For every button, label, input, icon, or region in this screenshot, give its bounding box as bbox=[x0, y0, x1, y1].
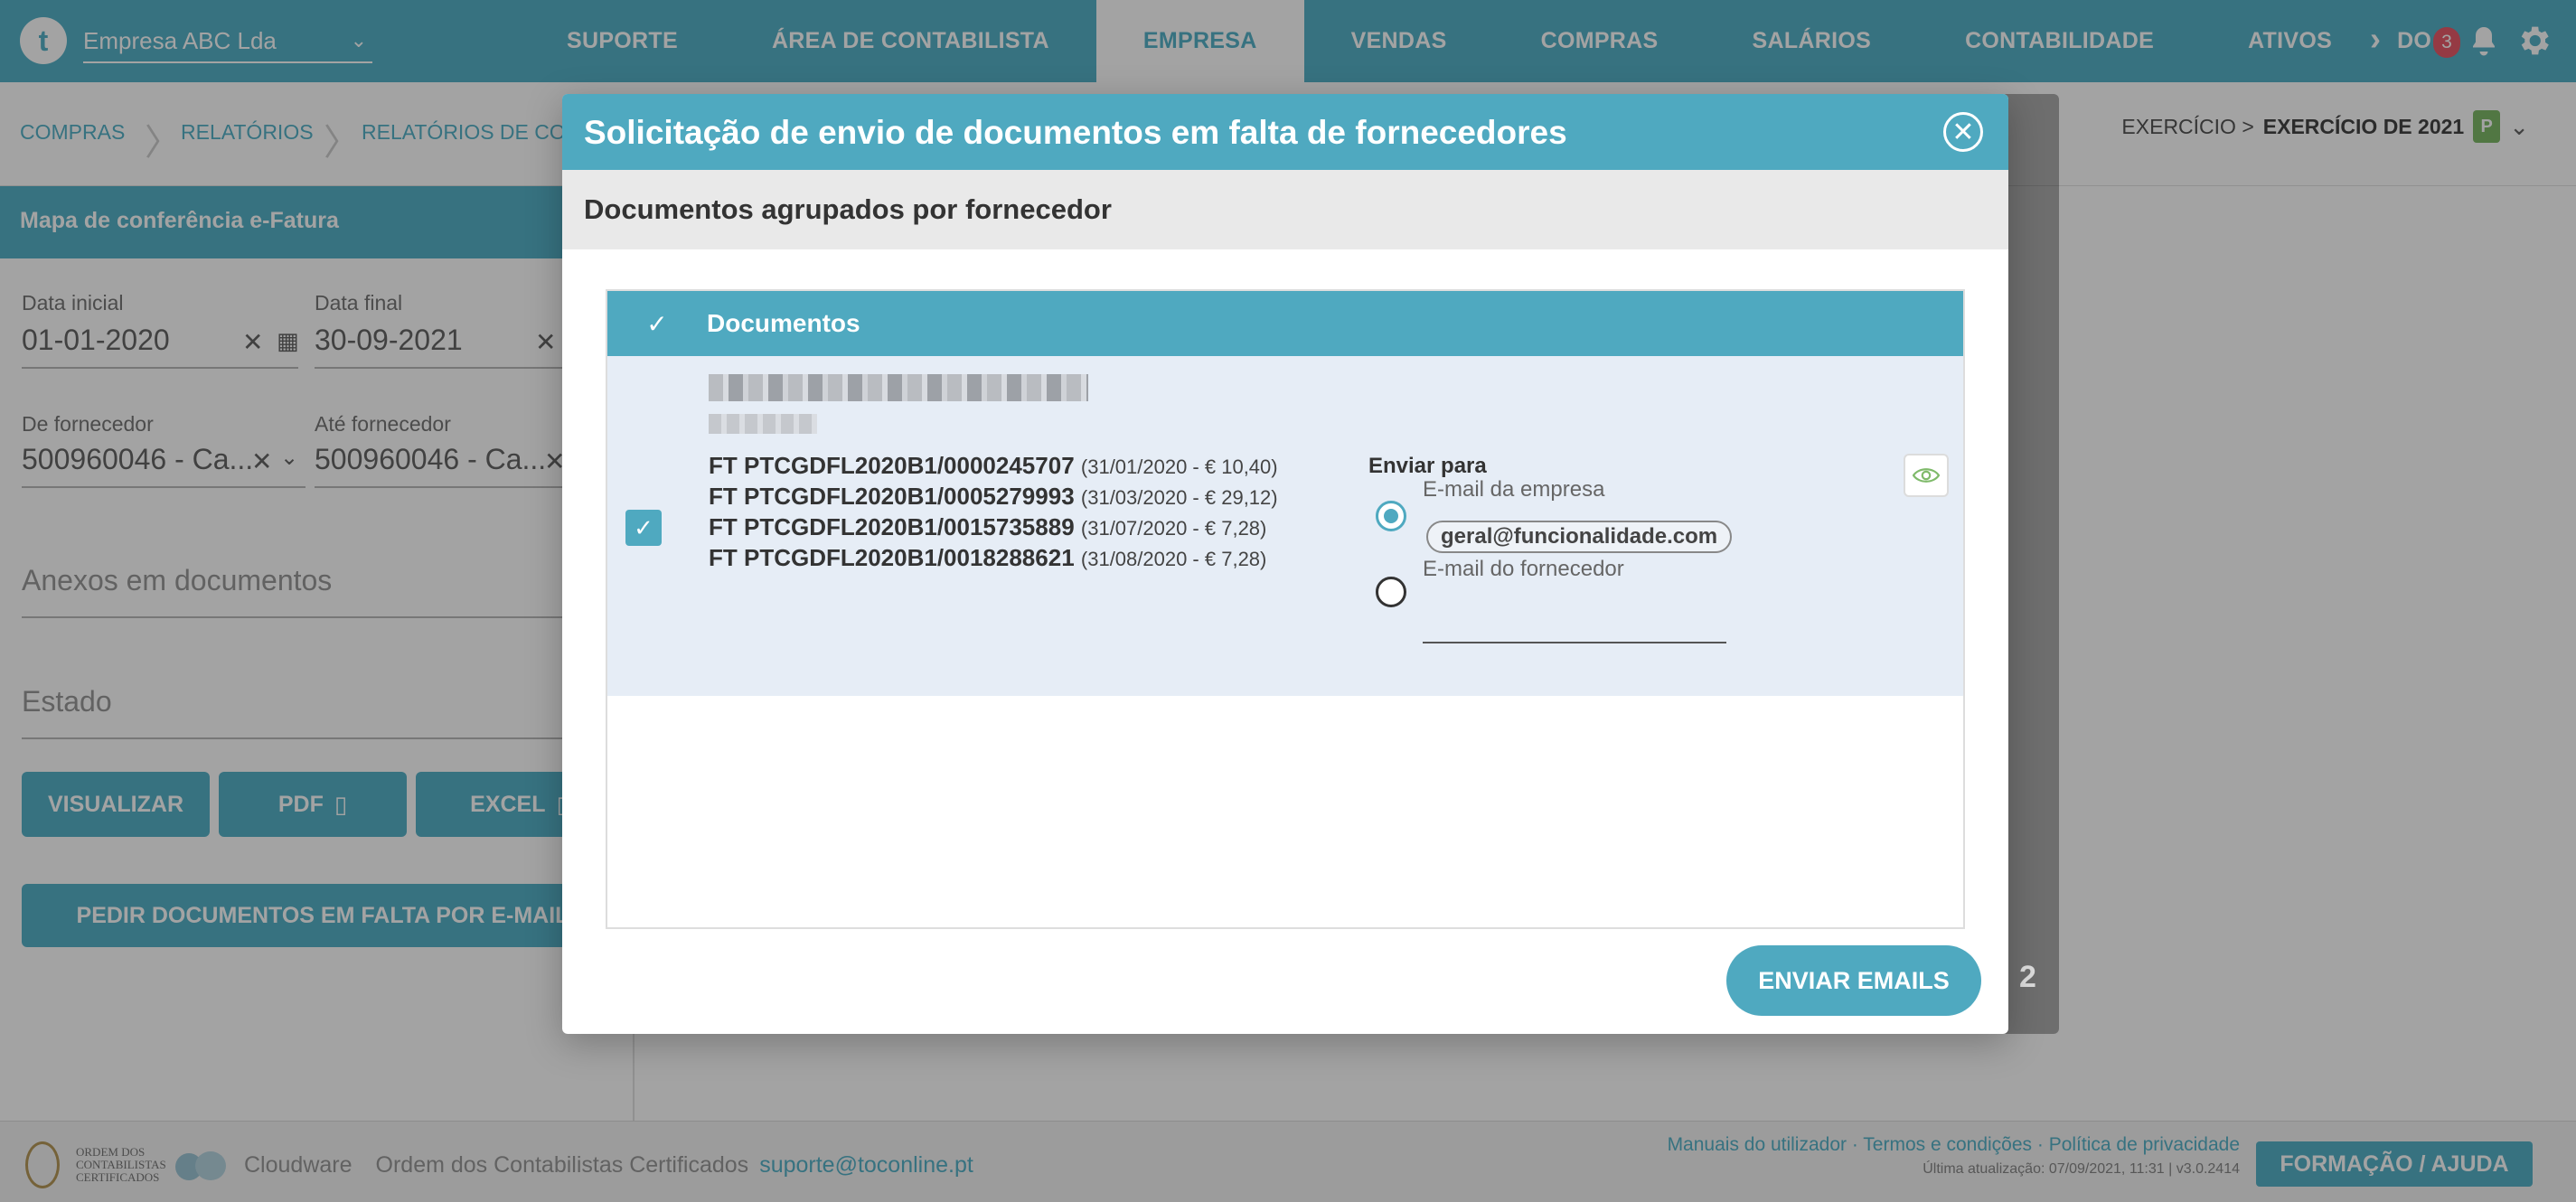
documents-header-label: Documentos bbox=[707, 309, 860, 337]
documents-table-header: ✓ Documentos bbox=[607, 291, 1963, 356]
redacted-supplier-nif bbox=[709, 414, 817, 434]
modal-subtitle: Documentos agrupados por fornecedor bbox=[562, 170, 2008, 249]
redacted-supplier-name bbox=[709, 374, 1088, 401]
supplier-row-checkbox[interactable]: ✓ bbox=[625, 510, 662, 546]
supplier-email-radio[interactable] bbox=[1376, 577, 1406, 607]
close-icon[interactable]: ✕ bbox=[1943, 112, 1983, 152]
send-emails-button[interactable]: ENVIAR EMAILS bbox=[1726, 945, 1981, 1016]
background-dialog-number: 2 bbox=[2019, 960, 2036, 994]
company-email-chip: geral@funcionalidade.com bbox=[1426, 521, 1733, 553]
company-email-radio[interactable] bbox=[1376, 501, 1406, 531]
documents-table: ✓ Documentos ✓ FT PTCGDFL2020B1/00002457… bbox=[606, 289, 1965, 929]
supplier-group-row: ✓ FT PTCGDFL2020B1/0000245707 (31/01/202… bbox=[607, 356, 1963, 696]
select-all-check-icon[interactable]: ✓ bbox=[607, 309, 707, 339]
supplier-email-input[interactable] bbox=[1423, 604, 1726, 643]
eye-icon bbox=[1913, 468, 1940, 483]
list-item: FT PTCGDFL2020B1/0015735889 (31/07/2020 … bbox=[709, 513, 1267, 540]
list-item: FT PTCGDFL2020B1/0000245707 (31/01/2020 … bbox=[709, 452, 1278, 479]
supplier-email-option-label: E-mail do fornecedor bbox=[1423, 557, 1624, 581]
modal-title: Solicitação de envio de documentos em fa… bbox=[562, 94, 2008, 170]
preview-button[interactable] bbox=[1904, 454, 1949, 497]
send-to-label: Enviar para bbox=[1368, 454, 1487, 478]
request-documents-modal: Solicitação de envio de documentos em fa… bbox=[562, 94, 2008, 1034]
list-item: FT PTCGDFL2020B1/0018288621 (31/08/2020 … bbox=[709, 544, 1267, 571]
list-item: FT PTCGDFL2020B1/0005279993 (31/03/2020 … bbox=[709, 483, 1278, 510]
company-email-option-label: E-mail da empresa bbox=[1423, 477, 1605, 502]
document-list: FT PTCGDFL2020B1/0000245707 (31/01/2020 … bbox=[709, 452, 1278, 575]
